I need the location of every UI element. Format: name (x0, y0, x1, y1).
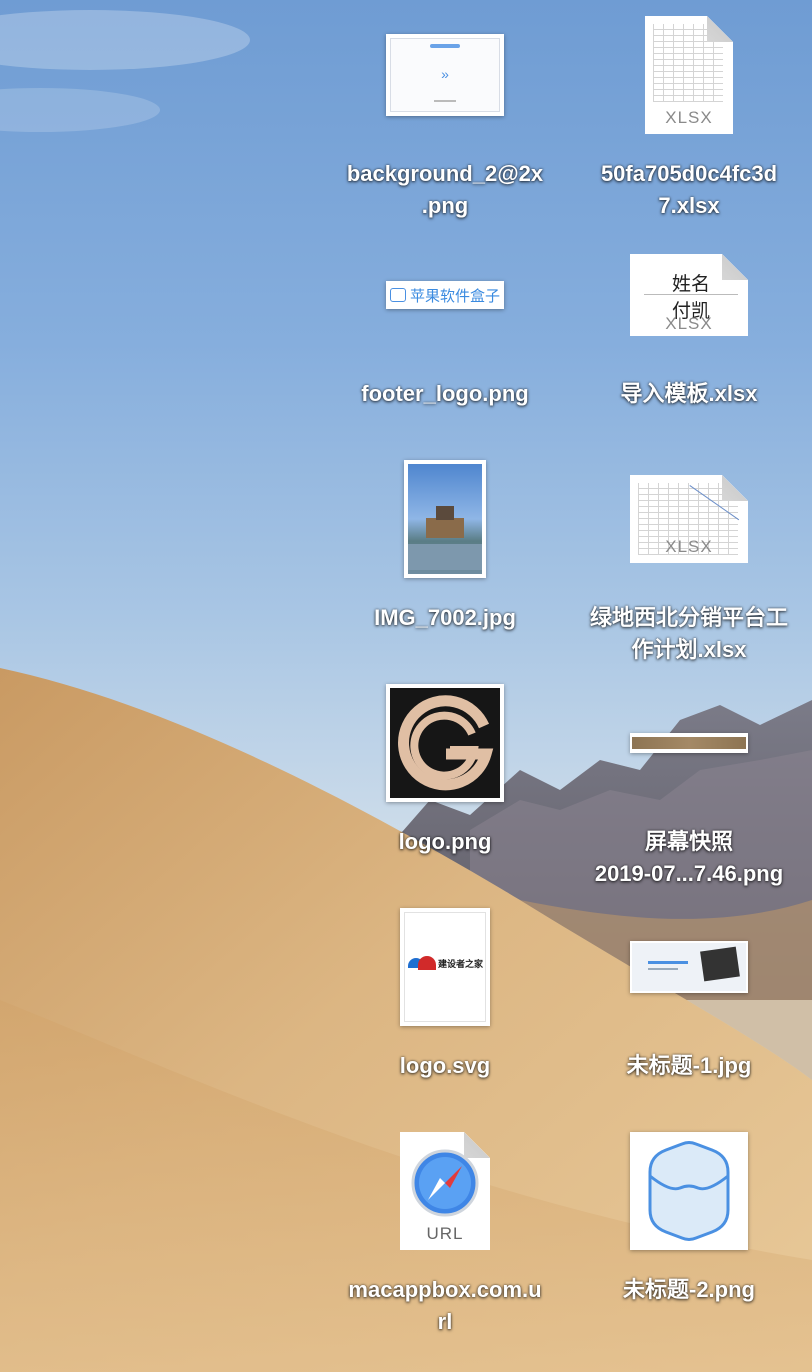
file-extension: XLSX (665, 108, 713, 127)
untitled-1-thumbnail (630, 941, 748, 993)
file-extension: XLSX (665, 314, 713, 333)
file-label: 50fa705d0c4fc3d 7.xlsx (600, 161, 778, 218)
file-background-png[interactable]: » background_2@2x .png (325, 10, 565, 230)
footer-logo-thumbnail: 苹果软件盒子 (386, 281, 504, 309)
background-png-thumbnail: » (386, 34, 504, 116)
box-logo-icon (389, 288, 406, 302)
file-img-7002-jpg[interactable]: IMG_7002.jpg (325, 454, 565, 674)
logo-svg-text: 建设者之家 (438, 959, 484, 969)
file-label: footer_logo.png (361, 381, 529, 406)
app-box-icon (648, 1141, 730, 1241)
file-logo-png[interactable]: logo.png (325, 678, 565, 898)
file-50fa-xlsx[interactable]: XLSX 50fa705d0c4fc3d 7.xlsx (569, 10, 809, 230)
file-extension: XLSX (665, 537, 713, 556)
xlsx-document-icon: XLSX (630, 475, 748, 563)
logo-svg-thumbnail: 建设者之家 (400, 908, 490, 1026)
file-logo-svg[interactable]: 建设者之家 logo.svg (325, 902, 565, 1122)
file-label: 屏幕快照 2019-07...7.46.png (594, 829, 784, 886)
file-macappbox-url[interactable]: URL macappbox.com.u rl (325, 1126, 565, 1346)
file-label: logo.png (398, 829, 492, 854)
file-footer-logo-png[interactable]: 苹果软件盒子 footer_logo.png (325, 230, 565, 450)
xlsx-document-icon: XLSX (645, 16, 733, 134)
xlsx-document-icon: 姓名 付凯 XLSX (630, 254, 748, 336)
chevron-right-icon: » (441, 66, 449, 82)
untitled-2-thumbnail (630, 1132, 748, 1250)
file-label: 未标题-1.jpg (626, 1053, 752, 1078)
file-label: macappbox.com.u rl (348, 1277, 542, 1334)
desktop: » background_2@2x .png XLSX 50fa705d0c4f… (0, 0, 812, 1372)
file-label: IMG_7002.jpg (374, 605, 516, 630)
file-label: 导入模板.xlsx (620, 381, 758, 406)
file-label: logo.svg (399, 1053, 491, 1078)
file-label: 未标题-2.png (623, 1277, 755, 1302)
file-label: background_2@2x .png (346, 161, 544, 218)
footer-logo-text: 苹果软件盒子 (409, 287, 500, 305)
logo-png-thumbnail (386, 684, 504, 802)
file-screenshot-png[interactable]: 屏幕快照 2019-07...7.46.png (569, 678, 809, 898)
file-extension: URL (426, 1224, 464, 1243)
file-import-template-xlsx[interactable]: 姓名 付凯 XLSX 导入模板.xlsx (569, 230, 809, 450)
g-logo-icon (398, 695, 494, 791)
file-untitled-1-jpg[interactable]: 未标题-1.jpg (569, 902, 809, 1122)
file-untitled-2-png[interactable]: 未标题-2.png (569, 1126, 809, 1346)
screenshot-thumbnail (630, 733, 748, 753)
file-greenland-plan-xlsx[interactable]: XLSX 绿地西北分销平台工 作计划.xlsx (569, 454, 809, 674)
url-document-icon: URL (400, 1132, 490, 1250)
photo-thumbnail (404, 460, 486, 578)
file-label: 绿地西北分销平台工 作计划.xlsx (589, 605, 788, 662)
